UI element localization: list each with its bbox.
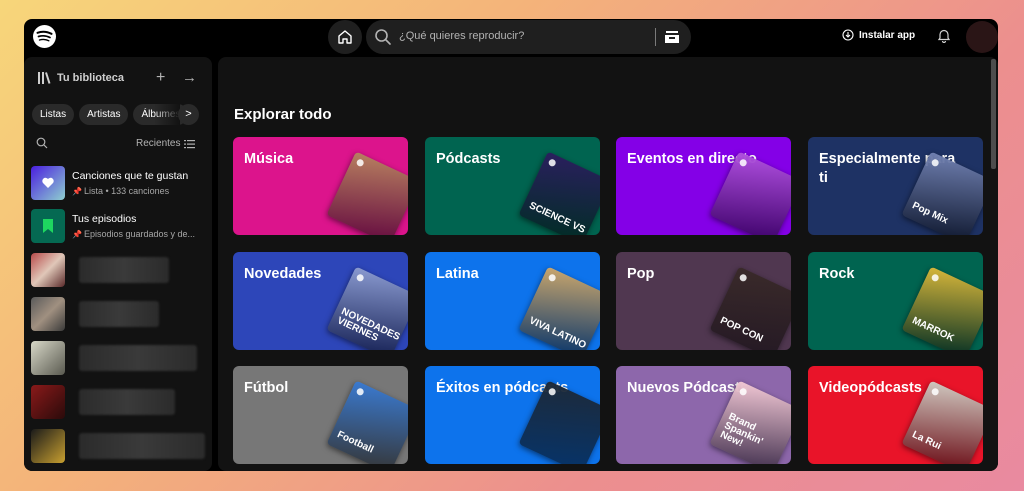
item-cover <box>31 429 65 463</box>
library-sidebar: Tu biblioteca + → Listas Artistas Álbume… <box>24 57 212 471</box>
pin-icon: 📌 <box>72 230 82 239</box>
artwork-text: Pop Mix <box>910 200 950 227</box>
blurred-text <box>79 345 197 371</box>
blurred-text <box>79 389 175 415</box>
library-search-icon[interactable] <box>36 137 48 149</box>
spotify-badge-icon <box>355 158 365 168</box>
category-card[interactable]: Videopódcasts La Rui <box>808 366 983 464</box>
chip-listas[interactable]: Listas <box>32 104 75 125</box>
list-item-title: Canciones que te gustan <box>72 170 189 182</box>
list-item[interactable] <box>31 253 207 289</box>
home-button[interactable] <box>328 20 362 54</box>
category-card[interactable]: Rock MARROK <box>808 252 983 350</box>
item-cover <box>31 341 65 375</box>
chip-artistas[interactable]: Artistas <box>79 104 129 125</box>
artwork-text: POP CON <box>718 315 765 345</box>
category-card[interactable]: Latina VIVA LATINO <box>425 252 600 350</box>
blurred-text <box>79 433 205 459</box>
list-item-episodes[interactable]: Tus episodios 📌 Episodios guardados y de.… <box>31 209 207 245</box>
search-divider <box>655 28 656 46</box>
artwork-text: Football <box>335 429 376 456</box>
list-item[interactable] <box>31 297 207 333</box>
main-content: Explorar todo Música Pódcasts SCIENCE VS Ev… <box>218 57 998 471</box>
chevron-right-icon[interactable]: > <box>178 104 199 125</box>
search-bar[interactable]: ¿Qué quieres reproducir? <box>366 20 691 54</box>
download-icon <box>842 29 854 41</box>
pin-icon: 📌 <box>72 187 82 196</box>
artwork-text: NOVEDADES VIERNES <box>335 306 402 344</box>
category-card[interactable]: Música <box>233 137 408 235</box>
spotify-badge-icon <box>355 273 365 283</box>
spotify-badge-icon <box>547 158 557 168</box>
expand-arrow-icon[interactable]: → <box>182 69 197 86</box>
spotify-logo-icon[interactable] <box>33 25 56 48</box>
episodes-cover <box>31 209 65 243</box>
blurred-text <box>79 301 159 327</box>
scrollbar[interactable] <box>991 59 996 169</box>
library-header[interactable]: Tu biblioteca <box>37 71 124 85</box>
list-item[interactable] <box>31 429 207 465</box>
browse-icon[interactable] <box>663 28 681 46</box>
heart-icon <box>42 177 54 188</box>
category-card[interactable]: Novedades NOVEDADES VIERNES <box>233 252 408 350</box>
item-cover <box>31 297 65 331</box>
artwork-text: La Rui <box>910 429 943 453</box>
spotify-badge-icon <box>547 387 557 397</box>
artwork-text: MARROK <box>910 315 956 345</box>
create-plus-icon[interactable]: + <box>156 69 165 87</box>
install-app-label: Instalar app <box>859 29 916 41</box>
home-icon <box>338 30 352 44</box>
avatar[interactable] <box>966 21 998 53</box>
bell-icon[interactable] <box>937 28 951 43</box>
category-card[interactable]: Especialmente para ti Pop Mix <box>808 137 983 235</box>
library-title: Tu biblioteca <box>57 72 125 84</box>
item-cover <box>31 253 65 287</box>
category-card[interactable]: Eventos en directo <box>616 137 791 235</box>
category-card[interactable]: Éxitos en pódcasts <box>425 366 600 464</box>
bookmark-icon <box>43 219 53 233</box>
app-window: ¿Qué quieres reproducir? Instalar app Tu… <box>24 19 998 471</box>
search-input[interactable]: ¿Qué quieres reproducir? <box>399 30 524 42</box>
list-view-icon <box>184 139 196 148</box>
page-title: Explorar todo <box>234 106 332 123</box>
spotify-badge-icon <box>930 387 940 397</box>
search-icon <box>375 29 391 45</box>
artwork-text: VIVA LATINO <box>527 315 588 350</box>
list-item-liked-songs[interactable]: Canciones que te gustan 📌 Lista • 133 can… <box>31 166 207 202</box>
liked-songs-cover <box>31 166 65 200</box>
sort-label: Recientes <box>136 138 181 149</box>
list-item-subtitle: 📌 Episodios guardados y de... <box>72 229 196 239</box>
spotify-badge-icon <box>930 273 940 283</box>
blurred-text <box>79 257 169 283</box>
artwork-text: SCIENCE VS <box>527 200 587 235</box>
spotify-badge-icon <box>738 273 748 283</box>
spotify-badge-icon <box>930 158 940 168</box>
item-cover <box>31 385 65 419</box>
spotify-badge-icon <box>738 158 748 168</box>
sort-recents-button[interactable]: Recientes <box>136 138 196 149</box>
chip-fade <box>154 102 180 127</box>
install-app-button[interactable]: Instalar app <box>842 29 915 41</box>
category-card[interactable]: Pódcasts SCIENCE VS <box>425 137 600 235</box>
category-card[interactable]: Nuevos Pódcasts Brand Spankin' New! <box>616 366 791 464</box>
artwork-text: Brand Spankin' New! <box>718 411 765 450</box>
list-item-title: Tus episodios <box>72 213 137 225</box>
top-bar: ¿Qué quieres reproducir? Instalar app <box>24 19 998 55</box>
spotify-badge-icon <box>738 387 748 397</box>
library-icon <box>38 72 51 84</box>
spotify-badge-icon <box>355 387 365 397</box>
list-item[interactable] <box>31 341 207 377</box>
category-card[interactable]: Pop POP CON <box>616 252 791 350</box>
list-item[interactable] <box>31 385 207 421</box>
list-item-subtitle: 📌 Lista • 133 canciones <box>72 186 170 196</box>
category-card[interactable]: Fútbol Football <box>233 366 408 464</box>
spotify-badge-icon <box>547 273 557 283</box>
